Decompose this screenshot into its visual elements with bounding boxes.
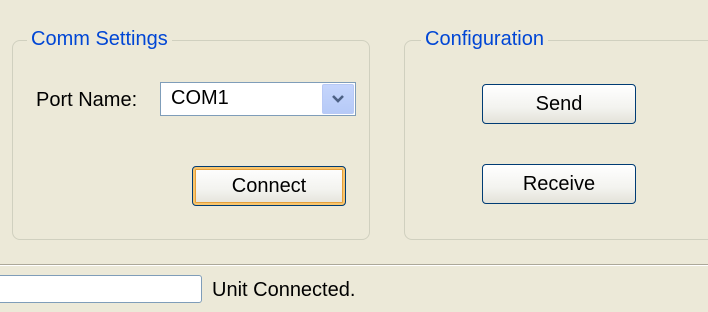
dropdown-button[interactable] (322, 84, 354, 114)
status-text: Unit Connected. (212, 279, 356, 301)
port-name-value: COM1 (171, 87, 229, 109)
configuration-title: Configuration (421, 25, 548, 53)
port-name-select[interactable]: COM1 (160, 82, 356, 116)
comm-settings-title: Comm Settings (27, 25, 172, 53)
send-button[interactable]: Send (482, 84, 636, 124)
status-bar: Unit Connected. (0, 264, 708, 312)
configuration-group: Configuration (404, 25, 708, 240)
comm-settings-group: Comm Settings (12, 25, 370, 240)
connect-button[interactable]: Connect (192, 166, 346, 206)
status-panel (0, 275, 202, 303)
receive-button[interactable]: Receive (482, 164, 636, 204)
port-name-label: Port Name: (36, 89, 138, 111)
chevron-down-icon (332, 95, 344, 103)
